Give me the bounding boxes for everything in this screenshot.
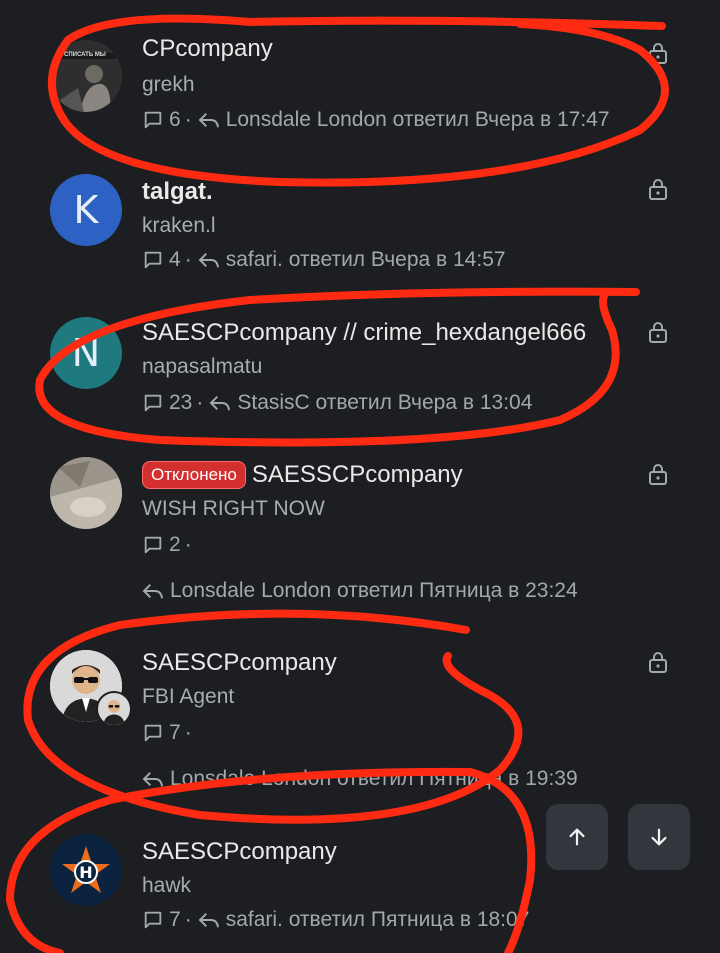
avatar-caption: СПИСАТЬ МЫ: [64, 52, 106, 58]
avatar-letter: N: [71, 331, 101, 375]
lock-icon: [649, 179, 667, 200]
separator: ·: [184, 908, 192, 931]
last-reply[interactable]: safari. ответил Вчера в 14:57: [226, 248, 506, 272]
last-reply[interactable]: Lonsdale London ответил Вчера в 17:47: [226, 108, 610, 132]
annotation-circle: [35, 287, 640, 447]
scroll-up-button[interactable]: [546, 804, 608, 870]
avatar-letter: K: [73, 188, 99, 232]
separator: ·: [184, 721, 192, 744]
reply-icon: [209, 394, 231, 412]
reply-count: 2: [169, 533, 181, 556]
thread-title[interactable]: SAESCPcompany // crime_hexdangel666: [142, 319, 586, 347]
arrow-up-icon: [569, 828, 585, 846]
scroll-down-button[interactable]: [628, 804, 690, 870]
thread-meta: 7 · safari. ответил Пятница в 18:07: [142, 908, 529, 932]
reply-icon: [198, 911, 220, 929]
thread-meta: 7 ·: [142, 721, 198, 745]
lock-icon: [649, 464, 667, 485]
reply-count: 7: [169, 908, 181, 931]
arrow-down-icon: [651, 828, 667, 846]
thread-title[interactable]: CPcompany: [142, 35, 273, 63]
reply-count: 23: [169, 391, 193, 414]
comment-icon: [144, 536, 162, 554]
avatar: СПИСАТЬ МЫ: [50, 40, 122, 112]
comment-icon: [144, 111, 162, 129]
thread-author[interactable]: napasalmatu: [142, 355, 262, 379]
lock-icon: [649, 652, 667, 673]
thread-author[interactable]: hawk: [142, 874, 191, 898]
reply-icon: [142, 582, 164, 600]
thread-meta-second-line: Lonsdale London ответил Пятница в 19:39: [142, 767, 578, 791]
lock-icon: [649, 43, 667, 64]
avatar: [50, 457, 122, 529]
lock-icon: [649, 322, 667, 343]
thread-title[interactable]: SAESSCPcompany: [252, 461, 463, 489]
comment-icon: [144, 911, 162, 929]
thread-meta: 2 ·: [142, 533, 198, 557]
thread-meta: 4 · safari. ответил Вчера в 14:57: [142, 248, 506, 272]
reply-count: 4: [169, 248, 181, 271]
separator: ·: [184, 108, 192, 131]
separator: ·: [184, 248, 192, 271]
thread-author[interactable]: FBI Agent: [142, 685, 234, 709]
last-reply[interactable]: Lonsdale London ответил Пятница в 19:39: [170, 767, 578, 791]
comment-icon: [144, 724, 162, 742]
thread-author[interactable]: WISH RIGHT NOW: [142, 497, 325, 521]
reply-icon: [142, 770, 164, 788]
svg-text:H: H: [79, 863, 92, 882]
separator: ·: [196, 391, 204, 414]
status-badge: Отклонено: [142, 461, 246, 489]
comment-icon: [144, 394, 162, 412]
thread-meta-second-line: Lonsdale London ответил Пятница в 23:24: [142, 579, 578, 603]
separator: ·: [184, 533, 192, 556]
reply-icon: [198, 111, 220, 129]
thread-author[interactable]: kraken.l: [142, 214, 216, 238]
secondary-avatar: [96, 691, 132, 727]
thread-meta: 6 · Lonsdale London ответил Вчера в 17:4…: [142, 108, 610, 132]
comment-icon: [144, 251, 162, 269]
thread-meta: 23 · StasisC ответил Вчера в 13:04: [142, 391, 532, 415]
avatar: H: [50, 834, 122, 906]
reply-count: 6: [169, 108, 181, 131]
reply-icon: [198, 251, 220, 269]
reply-count: 7: [169, 721, 181, 744]
last-reply[interactable]: Lonsdale London ответил Пятница в 23:24: [170, 579, 578, 603]
thread-title[interactable]: SAESCPcompany: [142, 649, 337, 677]
last-reply[interactable]: safari. ответил Пятница в 18:07: [226, 908, 530, 932]
thread-title[interactable]: talgat.: [142, 178, 213, 206]
last-reply[interactable]: StasisC ответил Вчера в 13:04: [237, 391, 532, 415]
avatar: N: [50, 317, 122, 389]
avatar: K: [50, 174, 122, 246]
thread-title[interactable]: SAESCPcompany: [142, 838, 337, 866]
thread-author[interactable]: grekh: [142, 73, 195, 97]
